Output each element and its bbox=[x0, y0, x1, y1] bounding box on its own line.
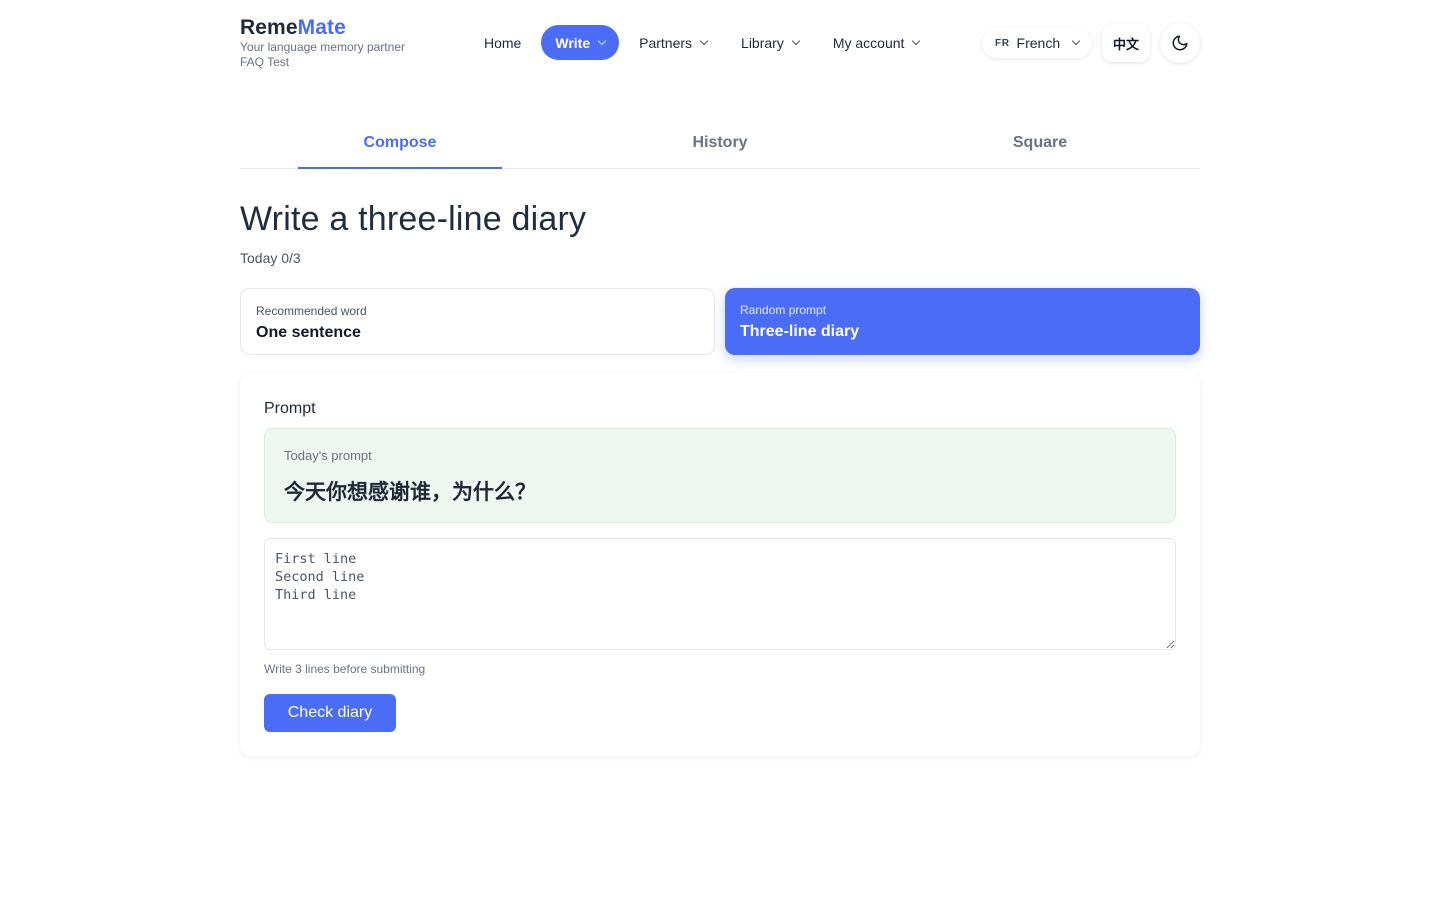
nav-item-label: Partners bbox=[639, 34, 693, 51]
prompt-text: 今天你想感谢谁，为什么？ bbox=[284, 480, 536, 504]
chevron-down-icon bbox=[1071, 36, 1081, 46]
header: RemeMate Your language memory partner FA… bbox=[240, 16, 1200, 76]
today-count: Today 0/3 bbox=[240, 250, 301, 266]
recommended-word-card[interactable]: Recommended word One sentence bbox=[240, 288, 715, 355]
tab-compose[interactable]: Compose bbox=[240, 120, 560, 169]
tab-history[interactable]: History bbox=[560, 120, 880, 168]
brand[interactable]: RemeMate Your language memory partner FA… bbox=[240, 16, 405, 70]
random-prompt-value: Three-line diary bbox=[740, 323, 860, 340]
nav-item-partners[interactable]: Partners bbox=[625, 25, 721, 60]
nav-item-label: Home bbox=[484, 34, 522, 51]
chevron-down-icon bbox=[699, 36, 709, 45]
nav-item-library[interactable]: Library bbox=[727, 25, 813, 60]
random-prompt-card[interactable]: Random prompt Three-line diary bbox=[725, 288, 1200, 355]
page-title: Write a three-line diary bbox=[240, 200, 587, 238]
moon-icon bbox=[1172, 35, 1188, 51]
recommended-word-label: Recommended word bbox=[256, 304, 367, 318]
submit-hint: Write 3 lines before submitting bbox=[264, 662, 426, 676]
diary-input[interactable] bbox=[264, 538, 1176, 650]
nav-item-label: Library bbox=[741, 34, 784, 51]
recommended-word-value: One sentence bbox=[256, 324, 361, 341]
brand-tagline: Your language memory partner bbox=[240, 40, 405, 54]
prompt-label: Today's prompt bbox=[284, 448, 372, 463]
chevron-down-icon bbox=[597, 36, 607, 45]
tab-square[interactable]: Square bbox=[880, 120, 1200, 168]
nav-item-write[interactable]: Write bbox=[541, 25, 620, 60]
check-diary-button[interactable]: Check diary bbox=[264, 694, 396, 732]
language-code: FR bbox=[995, 37, 1010, 49]
random-prompt-label: Random prompt bbox=[740, 303, 827, 317]
brand-logo[interactable]: RemeMate bbox=[240, 16, 405, 40]
chevron-down-icon bbox=[912, 36, 921, 45]
chinese-toggle-button[interactable]: 中文 bbox=[1102, 24, 1150, 62]
theme-toggle-button[interactable] bbox=[1160, 23, 1200, 63]
chevron-down-icon bbox=[791, 36, 801, 45]
nav-item-label: Write bbox=[555, 34, 591, 51]
nav-item-home[interactable]: Home bbox=[470, 25, 535, 60]
prompt-box: Today's prompt 今天你想感谢谁，为什么？ bbox=[264, 428, 1176, 523]
language-select[interactable]: FR French bbox=[982, 28, 1092, 58]
section-label: Prompt bbox=[264, 400, 316, 417]
compose-card: Prompt Today's prompt 今天你想感谢谁，为什么？ Write… bbox=[240, 373, 1200, 756]
nav-item-my-account[interactable]: My account bbox=[819, 25, 934, 60]
page: RemeMate Your language memory partner FA… bbox=[0, 0, 1440, 900]
language-label: French bbox=[1016, 35, 1061, 51]
write-tabs: Compose History Square bbox=[240, 120, 1200, 169]
brand-name-part2: Mate bbox=[297, 16, 346, 39]
nav-item-label: My account bbox=[832, 34, 905, 51]
main-nav: Home Write Partners Library My account bbox=[470, 25, 939, 60]
brand-name-part1: Reme bbox=[240, 16, 298, 39]
brand-subtitle: FAQ Test bbox=[240, 55, 290, 69]
